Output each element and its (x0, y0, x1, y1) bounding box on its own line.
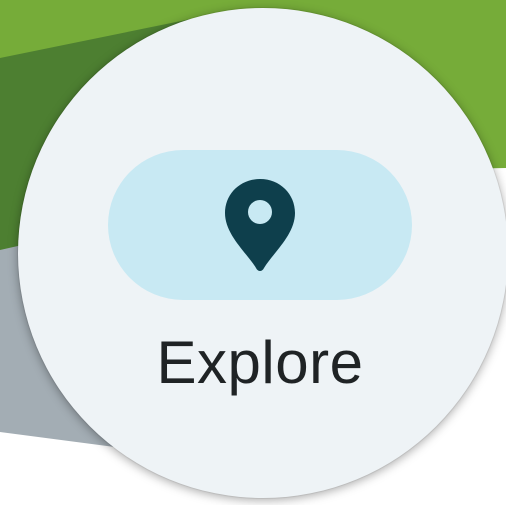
map-pin-icon (225, 179, 295, 271)
nav-item-label: Explore (156, 329, 364, 396)
nav-item-explore[interactable]: Explore (108, 150, 412, 410)
zoomed-screenshot: Explore (0, 0, 506, 505)
explore-active-indicator[interactable] (108, 150, 412, 300)
